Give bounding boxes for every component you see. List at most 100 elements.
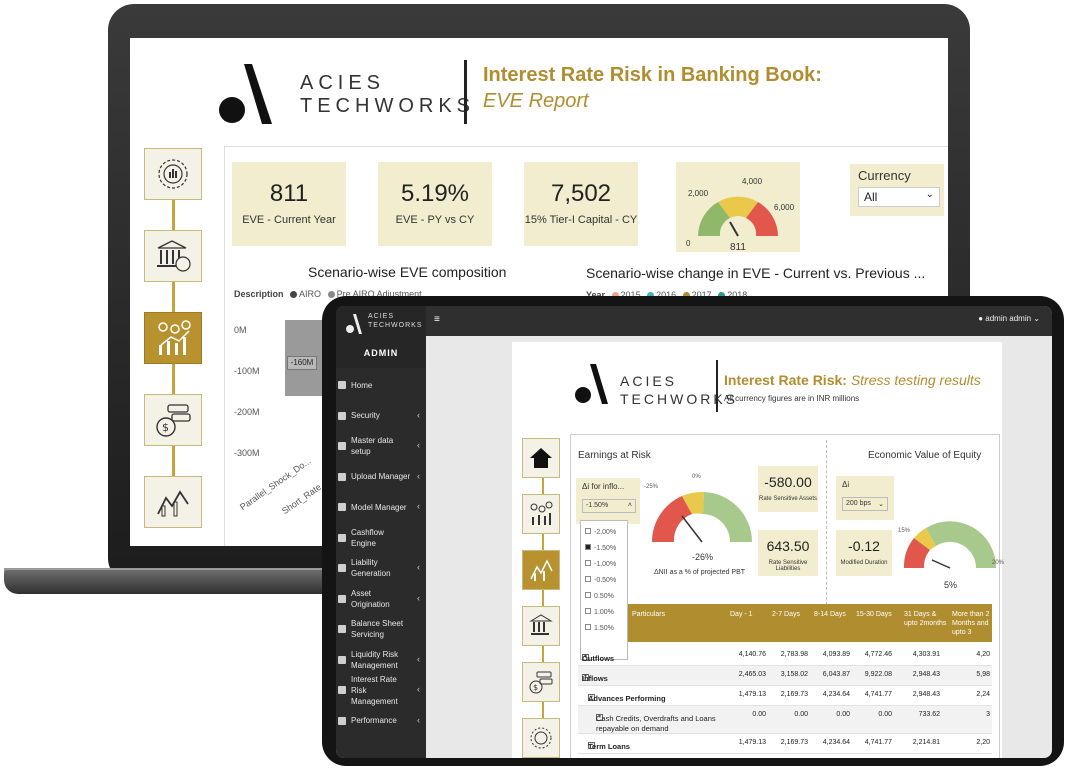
dropdown-option[interactable]: -0.50% xyxy=(585,573,623,589)
kpi-label: 15% Tier-I Capital - CY xyxy=(524,214,638,226)
ear-rate-dropdown: -2.00% -1.50% -1.00% -0.50% 0.50% 1.00% 1.50% xyxy=(580,520,628,660)
nav-investment-button[interactable] xyxy=(522,494,560,534)
menu-item-icon xyxy=(338,381,346,389)
chevron-left-icon: ‹ xyxy=(417,684,420,694)
ear-rate-select[interactable]: -1.50% ˄ xyxy=(582,499,636,513)
option-label: -1.00% xyxy=(594,561,617,568)
acies-logo-icon xyxy=(219,64,272,124)
table-cell: 5,98 xyxy=(976,671,990,678)
svg-text:$: $ xyxy=(162,421,169,434)
menu-toggle-icon[interactable]: ≡ xyxy=(434,314,440,325)
bank-chart-icon xyxy=(529,614,553,635)
trend-chart-icon xyxy=(157,490,189,517)
menu-item-icon xyxy=(338,442,346,450)
sidebar-item-model-manager[interactable]: Model Manager ‹ xyxy=(336,492,426,522)
dropdown-option[interactable]: -2.00% xyxy=(585,525,623,541)
dropdown-option[interactable]: -1.50% xyxy=(585,541,623,557)
kpi-value: -0.12 xyxy=(848,538,880,554)
chevron-left-icon: ‹ xyxy=(417,470,420,481)
column-header: Day - 1 xyxy=(730,611,753,618)
table-cell: 2,783.98 xyxy=(780,651,808,658)
sidebar-item-label: Cashflow Engine xyxy=(351,527,384,548)
radar-chart-icon xyxy=(530,727,552,749)
ear-rate-slicer: Δi for inflo... -1.50% ˄ xyxy=(576,478,640,524)
sidebar-item-label: Interest Rate Risk Management xyxy=(351,674,398,706)
nav-trend-button[interactable] xyxy=(522,550,560,590)
chevron-left-icon: ‹ xyxy=(417,714,420,725)
report-subtitle: EVE Report xyxy=(483,90,589,112)
sidebar-item-label: Security xyxy=(351,411,380,420)
currency-select[interactable]: All ⌄ xyxy=(858,187,940,207)
dropdown-option[interactable]: 1.50% xyxy=(585,621,623,637)
sidebar-item-master-data-setup[interactable]: Master data setup ‹ xyxy=(336,431,426,461)
nav-bank-button[interactable] xyxy=(144,230,202,282)
sidebar-item-home[interactable]: Home xyxy=(336,370,426,400)
checkbox-icon xyxy=(585,528,591,534)
dropdown-option[interactable]: 1.00% xyxy=(585,605,623,621)
chevron-left-icon: ‹ xyxy=(417,501,420,511)
legend-swatch xyxy=(290,291,298,299)
sidebar-item-upload-manager[interactable]: Upload Manager ‹ xyxy=(336,462,426,492)
table-cell: 4,741.77 xyxy=(864,739,892,746)
chart1-data-label: -160M xyxy=(287,356,317,370)
report-title: Interest Rate Risk in Banking Book: xyxy=(483,64,822,86)
option-label: -1.50% xyxy=(594,545,617,552)
sidebar-item-balance-sheet-servicing[interactable]: Balance Sheet Servicing xyxy=(336,614,426,644)
tablet-screen: ACIES TECHWORKS ADMIN Home Security ‹ Master… xyxy=(336,306,1052,758)
kpi-rate-sensitive-liabilities: 643.50 Rate Sensitive Liabilities xyxy=(758,530,818,576)
table-cell: 6,043.87 xyxy=(822,671,850,678)
eve-rate-select[interactable]: 200 bps ⌄ xyxy=(842,497,888,511)
gauge-value: 811 xyxy=(730,242,746,252)
eve-rate-slicer: Δi 200 bps ⌄ xyxy=(836,476,894,520)
nav-radar-button[interactable] xyxy=(144,148,202,200)
dropdown-option[interactable]: -1.00% xyxy=(585,557,623,573)
sidebar-item-interest-rate-risk-management[interactable]: Interest Rate Risk Management ‹ xyxy=(336,674,426,706)
legend-title: Description xyxy=(234,289,284,299)
option-label: 1.50% xyxy=(594,625,614,632)
nav-investment-button[interactable] xyxy=(144,312,202,364)
column-header: 31 Days & upto 2months xyxy=(904,611,947,627)
table-cell: 2,169.73 xyxy=(780,691,808,698)
nav-trend-button[interactable] xyxy=(144,476,202,528)
kpi-card-tier1-capital: 7,502 15% Tier-I Capital - CY xyxy=(524,162,638,246)
table-cell: 1,479.13 xyxy=(738,739,766,746)
sidebar-item-cashflow-engine[interactable]: Cashflow Engine xyxy=(336,523,426,553)
nav-bank-button[interactable] xyxy=(522,606,560,646)
table-cell: 4,234.64 xyxy=(822,739,850,746)
eve-gauge: 15% 20% 5% xyxy=(896,502,1008,592)
sidebar-item-security[interactable]: Security ‹ xyxy=(336,401,426,431)
sidebar-item-label: Balance Sheet Servicing xyxy=(351,619,404,639)
menu-item-icon xyxy=(338,716,346,725)
kpi-label: EVE - Current Year xyxy=(242,214,336,226)
kpi-label: Rate Sensitive Liabilities xyxy=(768,560,808,572)
table-cell: 2,948.43 xyxy=(912,671,940,678)
gauge-min: -25% xyxy=(644,484,659,490)
dropdown-option[interactable]: 0.50% xyxy=(585,589,623,605)
checkbox-icon xyxy=(585,592,591,598)
sidebar-item-performance[interactable]: Performance ‹ xyxy=(336,706,426,736)
chart1-title: Scenario-wise EVE composition xyxy=(308,264,507,280)
sidebar-item-liability-generation[interactable]: Liability Generation ‹ xyxy=(336,553,426,583)
table-row: + Inflows 2,465.03 3,158.02 6,043.87 9,922.08… xyxy=(578,666,992,686)
nav-money-button[interactable]: $ xyxy=(144,394,202,446)
sidebar-item-liquidity-risk-management[interactable]: Liquidity Risk Management ‹ xyxy=(336,645,426,675)
brand-name: ACIES TECHWORKS xyxy=(300,72,475,117)
investment-growth-icon xyxy=(530,501,553,525)
sidebar-item-asset-origination[interactable]: Asset Origination ‹ xyxy=(336,584,426,614)
legend-item: AIRO xyxy=(299,289,322,299)
gauge-min: 15% xyxy=(898,528,911,534)
table-cell: 4,772.46 xyxy=(864,651,892,658)
table-cell: 3,158.02 xyxy=(780,671,808,678)
nav-money-button[interactable]: $ xyxy=(522,662,560,702)
table-cell: 2,948.43 xyxy=(912,691,940,698)
table-row: + Cash Credits, Overdrafts and Loans repa… xyxy=(578,706,992,734)
column-header: 8-14 Days xyxy=(814,611,846,618)
sidebar-role: ADMIN xyxy=(363,348,399,358)
radar-chart-icon xyxy=(158,159,188,189)
nav-home-button[interactable] xyxy=(522,438,560,478)
nav-radar-button[interactable] xyxy=(522,718,560,758)
user-menu[interactable]: ● admin admin ⌄ xyxy=(978,314,1040,323)
column-header: More than 2 Months and upto 3 months xyxy=(952,611,990,636)
kpi-modified-duration: -0.12 Modified Duration xyxy=(836,530,892,576)
table-cell: 0.00 xyxy=(794,711,808,718)
